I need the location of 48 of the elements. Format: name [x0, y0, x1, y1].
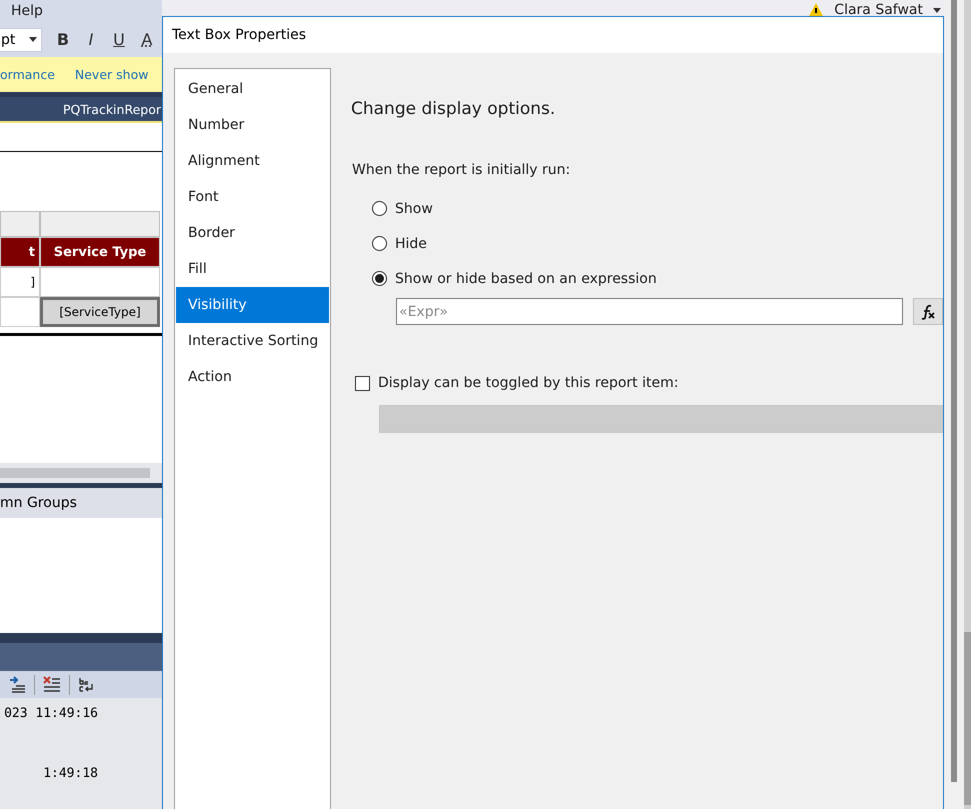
expression-field[interactable]: «Expr» [396, 298, 903, 325]
indent-icon[interactable] [8, 676, 26, 694]
scrollbar-thumb[interactable] [0, 468, 150, 478]
table-cell[interactable]: ] [0, 267, 40, 297]
category-item[interactable]: Fill [176, 251, 329, 287]
caret-icon [29, 37, 37, 42]
category-item[interactable]: Number [176, 107, 329, 143]
function-icon [921, 304, 935, 320]
italic-button[interactable]: I [78, 28, 104, 52]
user-name[interactable]: Clara Safwat [834, 2, 923, 18]
category-item[interactable]: Alignment [176, 143, 329, 179]
category-item[interactable]: Interactive Sorting [176, 323, 329, 359]
table-cell[interactable] [0, 297, 40, 327]
clear-list-icon[interactable] [43, 676, 61, 694]
category-item[interactable]: Font [176, 179, 329, 215]
radio-label[interactable]: Show [395, 200, 433, 216]
log-line: 1:49:18 [43, 765, 98, 783]
pane-header: mn Groups [0, 483, 162, 518]
column-handle[interactable] [0, 211, 40, 237]
table-cell[interactable] [40, 267, 160, 297]
bold-button[interactable]: B [50, 28, 76, 52]
section-heading: Change display options. [351, 99, 556, 119]
radio-button[interactable] [372, 201, 387, 216]
header-cell: t [0, 237, 40, 267]
category-item[interactable]: Action [176, 359, 329, 395]
dialog-title: Text Box Properties [163, 17, 943, 53]
prompt-label: When the report is initially run: [352, 162, 572, 178]
category-item[interactable]: General [176, 71, 329, 107]
color-button[interactable]: A [134, 28, 160, 52]
document-tab[interactable]: PQTrackinRepor [0, 97, 162, 123]
info-link[interactable]: ormance [0, 67, 55, 82]
radio-button[interactable] [372, 271, 387, 286]
header-cell: Service Type [40, 237, 160, 267]
underline-button[interactable]: U [106, 28, 132, 52]
radio-label[interactable]: Show or hide based on an expression [395, 270, 657, 286]
caret-icon[interactable] [933, 8, 941, 12]
column-handle[interactable] [40, 211, 160, 237]
table-cell[interactable]: [ServiceType] [40, 297, 160, 327]
function-button[interactable] [913, 298, 943, 325]
font-size-dropdown[interactable]: pt [0, 28, 42, 52]
radio-button[interactable] [372, 236, 387, 251]
radio-label[interactable]: Hide [395, 236, 427, 252]
menu-item[interactable]: Help [11, 3, 43, 19]
category-item[interactable]: Border [176, 215, 329, 251]
category-item[interactable]: Visibility [176, 287, 329, 323]
info-link[interactable]: Never show [74, 67, 148, 82]
scrollbar-thumb[interactable] [964, 632, 971, 805]
log-line: 023 11:49:16 [4, 705, 98, 723]
